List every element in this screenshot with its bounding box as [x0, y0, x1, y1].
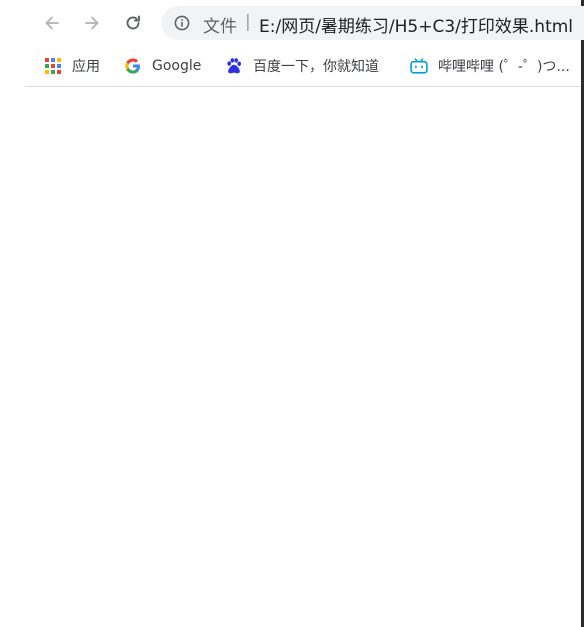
- back-button[interactable]: [36, 7, 68, 39]
- bookmark-google[interactable]: Google: [124, 54, 201, 78]
- address-separator: |: [245, 12, 251, 32]
- browser-toolbar: 文件 | E:/网页/暑期练习/H5+C3/打印效果.html: [25, 0, 584, 46]
- apps-grid-icon: [44, 57, 62, 75]
- bookmark-label: 应用: [72, 59, 100, 75]
- forward-button[interactable]: [76, 7, 108, 39]
- bookmark-label: 百度一下，你就知道: [253, 59, 379, 75]
- browser-window: 文件 | E:/网页/暑期练习/H5+C3/打印效果.html 应用 Googl…: [0, 0, 584, 627]
- baidu-paw-icon: [225, 57, 243, 75]
- bookmarks-bar: 应用 Google 百度一下，你就知道 哔哩哔哩 (゜-゜)つ...: [25, 46, 581, 87]
- page-content: [25, 87, 581, 627]
- arrow-right-icon: [85, 16, 99, 30]
- reload-icon: [126, 15, 140, 30]
- bookmark-baidu[interactable]: 百度一下，你就知道: [225, 54, 379, 78]
- scheme-label: 文件: [203, 17, 237, 37]
- google-icon: [124, 57, 142, 75]
- url-text[interactable]: E:/网页/暑期练习/H5+C3/打印效果.html: [259, 12, 573, 37]
- window-left-margin: [0, 0, 25, 627]
- address-bar[interactable]: 文件 | E:/网页/暑期练习/H5+C3/打印效果.html: [161, 6, 584, 40]
- bookmark-apps[interactable]: 应用: [44, 54, 100, 78]
- bookmark-bilibili[interactable]: 哔哩哔哩 (゜-゜)つ...: [410, 54, 570, 78]
- arrow-left-icon: [45, 16, 59, 30]
- bookmark-label: 哔哩哔哩 (゜-゜)つ...: [438, 59, 570, 75]
- info-icon[interactable]: [174, 15, 190, 31]
- reload-button[interactable]: [117, 7, 149, 39]
- bilibili-tv-icon: [410, 57, 428, 75]
- bookmark-label: Google: [152, 58, 202, 74]
